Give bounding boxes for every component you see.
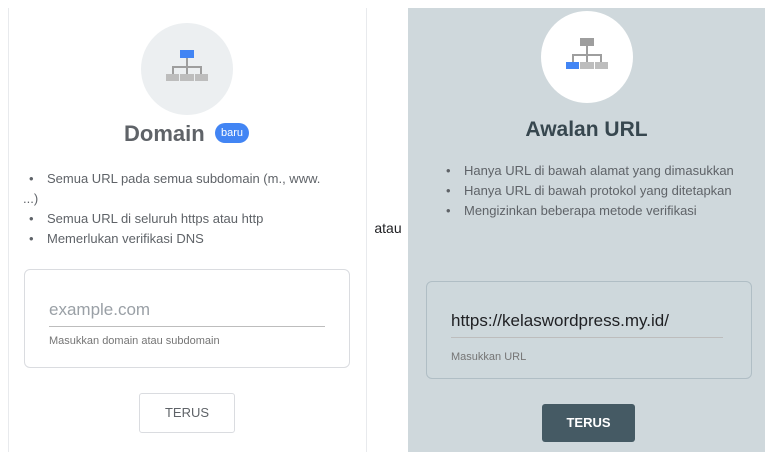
domain-input-box: Masukkan domain atau subdomain — [24, 269, 350, 368]
feature-item: • Mengizinkan beberapa metode verifikasi — [446, 203, 697, 218]
url-prefix-icon-circle — [541, 11, 633, 103]
url-prefix-feature-list: • Hanya URL di bawah alamat yang dimasukk… — [440, 161, 740, 221]
sitemap-icon — [566, 38, 608, 69]
feature-item: • Semua URL di seluruh https atau http — [29, 211, 264, 226]
domain-input-hint: Masukkan domain atau subdomain — [49, 335, 220, 347]
domain-title: Domain — [124, 121, 205, 146]
url-prefix-continue-button[interactable]: TERUS — [542, 404, 635, 442]
url-input-box: Masukkan URL — [426, 281, 752, 379]
domain-continue-button[interactable]: TERUS — [139, 393, 235, 433]
or-separator: atau — [374, 220, 402, 236]
url-prefix-title: Awalan URL — [525, 118, 648, 141]
url-input[interactable] — [451, 311, 723, 338]
url-input-hint: Masukkan URL — [451, 351, 527, 363]
new-badge: baru — [215, 123, 250, 143]
domain-feature-list: • Semua URL pada semua subdomain (m., www… — [23, 169, 323, 249]
feature-item: • Semua URL pada semua subdomain (m., www… — [23, 171, 321, 206]
domain-input[interactable] — [49, 300, 325, 327]
feature-item: • Hanya URL di bawah alamat yang dimasukk… — [446, 163, 734, 178]
sitemap-icon — [166, 50, 208, 81]
feature-item: • Hanya URL di bawah protokol yang diteta… — [446, 183, 732, 198]
feature-item: • Memerlukan verifikasi DNS — [29, 231, 204, 246]
domain-icon-circle — [141, 23, 233, 115]
domain-option-card[interactable]: Domain baru • Semua URL pada semua subdom… — [8, 8, 367, 452]
url-prefix-option-card[interactable]: Awalan URL • Hanya URL di bawah alamat ya… — [408, 8, 765, 452]
